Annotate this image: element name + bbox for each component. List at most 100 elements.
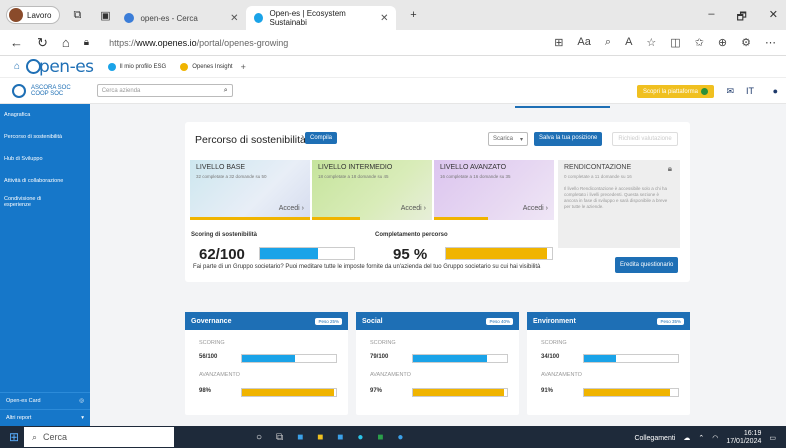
address-bar: ← ↻ ⌂ 🔒︎ https://www.openes.io/portal/op… (0, 30, 786, 56)
sidebar-item-hub[interactable]: Hub di Sviluppo (0, 152, 90, 166)
restore-button[interactable]: 🗗 (736, 8, 746, 27)
compila-button[interactable]: Compila (305, 132, 338, 144)
collections-bar-icon[interactable]: ⊕ (718, 36, 727, 49)
lang-switch[interactable]: IT (746, 86, 754, 96)
favorite-icon[interactable]: ☆ (646, 36, 656, 49)
file-explorer-icon[interactable]: ■ (317, 432, 323, 443)
tab-openes[interactable]: Open-es | Ecosystem Sustainabi ✕ (246, 6, 397, 30)
level-base-card[interactable]: LIVELLO BASE 32 completate a 32 domande … (190, 160, 310, 220)
scoring-value: 62/100 (199, 246, 245, 263)
chevron-down-icon: ▾ (519, 136, 523, 143)
app-tab-profile[interactable]: Il mio profilo ESG (107, 62, 166, 71)
outlook-icon[interactable]: ■ (337, 432, 343, 443)
sidebar-item-anagrafica[interactable]: Anagrafica (0, 108, 90, 122)
favorites-icon[interactable]: ✩ (695, 36, 704, 49)
windows-start-icon[interactable]: ⊞ (4, 427, 24, 447)
pillar-card-environment: Environment Peso 35% SCORING 34/100 AVANZ… (527, 312, 690, 415)
more-icon[interactable]: ⋯ (765, 36, 776, 49)
sidebar-item-esperienze[interactable]: Condivisione di esperienze (0, 192, 64, 212)
weather-icon[interactable]: ☁ (683, 434, 690, 442)
search-icon[interactable]: ⌕ (224, 87, 228, 95)
app-tab-insight[interactable]: Openes Insight (180, 62, 233, 71)
window-controls: – 🗗 ✕ (708, 8, 778, 27)
close-window-button[interactable]: ✕ (769, 8, 778, 27)
close-icon[interactable]: ✕ (230, 13, 238, 24)
notification-icon[interactable]: ▭ (769, 434, 776, 442)
excel-icon[interactable]: ■ (377, 432, 383, 443)
level-intermediate-card[interactable]: LIVELLO INTERMEDIO 18 completate a 18 do… (312, 160, 432, 220)
org-name-line2: COOP SOC (31, 90, 64, 97)
system-tray: Collegamenti ☁ ⌃ ◠ 16:19 17/01/2024 ▭ (634, 430, 776, 446)
teams-icon[interactable]: ■ (297, 432, 303, 443)
weight-badge: Peso 25% (315, 317, 342, 325)
taskbar-search[interactable]: ⌕ Cerca (24, 427, 174, 447)
add-app-tab-button[interactable]: + (241, 62, 246, 72)
sidebar-item-card[interactable]: Open-es Card ◎ (0, 392, 90, 409)
close-icon[interactable]: ✕ (380, 13, 388, 24)
task-view-icon[interactable]: ⧉ (276, 432, 283, 443)
scoring-value: 34/100 (541, 354, 560, 360)
discover-button[interactable]: Scopri la piattaforma (636, 85, 714, 99)
split-icon[interactable]: ◫ (670, 36, 680, 49)
download-select[interactable]: Scarica ▾ (488, 132, 528, 146)
logo[interactable]: pen-es (26, 57, 94, 77)
access-link[interactable]: Accedi › (279, 205, 304, 212)
back-icon[interactable]: ← (10, 35, 23, 50)
inherit-questionnaire-button[interactable]: Eredita questionario (615, 257, 679, 273)
mail-icon[interactable]: ✉ (726, 86, 734, 97)
clock[interactable]: 16:19 17/01/2024 (726, 430, 761, 446)
cortana-icon[interactable]: ○ (256, 432, 262, 443)
tray-label[interactable]: Collegamenti (634, 435, 675, 442)
access-link[interactable]: Accedi › (401, 205, 426, 212)
extensions-icon[interactable]: ⚙ (741, 36, 751, 49)
user-icon[interactable]: ● (773, 86, 778, 96)
collections-icon[interactable]: ⧉ (66, 4, 88, 26)
select-value: Scarica (493, 136, 514, 142)
home-icon[interactable]: ⌂ (62, 35, 70, 50)
refresh-icon[interactable]: ↻ (37, 35, 48, 51)
wifi-icon[interactable]: ◠ (712, 434, 718, 442)
pillar-progress-fill (584, 389, 670, 396)
weight-badge: Peso 35% (657, 317, 684, 325)
save-position-button[interactable]: Salva la tua posizione (534, 132, 603, 146)
zoom-icon[interactable]: ⌕ (605, 36, 611, 49)
tab-actions-icon[interactable]: ▣ (94, 4, 116, 26)
level-advanced-card[interactable]: LIVELLO AVANZATO 16 completate a 16 doma… (434, 160, 554, 220)
read-aloud-icon[interactable]: A (625, 36, 632, 49)
new-tab-button[interactable]: + (402, 4, 424, 26)
chevron-down-icon: ▾ (81, 415, 84, 421)
tab-search[interactable]: open-es - Cerca ✕ (116, 6, 246, 30)
sidebar-item-report[interactable]: Altri report ▾ (0, 409, 90, 426)
sidebar-item-attivita[interactable]: Attività di collaborazione (0, 174, 90, 188)
progress-value: 98% (199, 388, 212, 394)
app-icon[interactable]: ⊞ (554, 36, 563, 49)
reader-icon[interactable]: Aa (577, 36, 590, 49)
scoring-key: SCORING (541, 340, 567, 346)
reporting-description: Il livello Rendicontazione è accessibile… (564, 186, 668, 209)
pillar-card-social: Social Peso 40% SCORING 79/100 AVANZAMENT… (356, 312, 519, 415)
active-tab-indicator (515, 106, 610, 108)
edge-icon[interactable]: ● (357, 432, 363, 443)
level-subtitle: 16 completate a 16 domande su 35 (440, 174, 511, 179)
profile-button[interactable]: Lavoro (6, 6, 61, 24)
request-evaluation-button[interactable]: Richiedi valutazione (612, 132, 678, 146)
access-link[interactable]: Accedi › (523, 205, 548, 212)
level-subtitle: 0 completate a 11 domande su 16 (564, 174, 632, 179)
scoring-label: Scoring di sostenibilità (191, 232, 258, 238)
pillar-progress-fill (413, 389, 505, 396)
store-icon[interactable]: ● (397, 432, 403, 443)
url-prefix: https:// (109, 37, 137, 48)
minimize-button[interactable]: – (708, 8, 714, 27)
url-field[interactable]: https://www.openes.io/portal/openes-grow… (109, 38, 288, 48)
sidebar-item-percorso[interactable]: Percorso di sostenibilità (0, 130, 90, 144)
chevron-up-icon[interactable]: ⌃ (698, 434, 704, 442)
search-input[interactable]: Cerca azienda ⌕ (96, 84, 233, 97)
pillar-scoring-fill (242, 355, 295, 362)
org-selector[interactable]: ASCORA SOC COOP SOC (12, 83, 71, 98)
pillar-name: Social (362, 317, 383, 325)
toggle-icon[interactable]: ◎ (79, 398, 84, 404)
openes-favicon-icon (254, 13, 264, 23)
taskbar-apps: ○ ⧉ ■ ■ ■ ● ■ ● (256, 432, 403, 443)
home-icon[interactable]: ⌂ (14, 61, 20, 72)
sidebar-bottom-label: Open-es Card (6, 398, 41, 404)
